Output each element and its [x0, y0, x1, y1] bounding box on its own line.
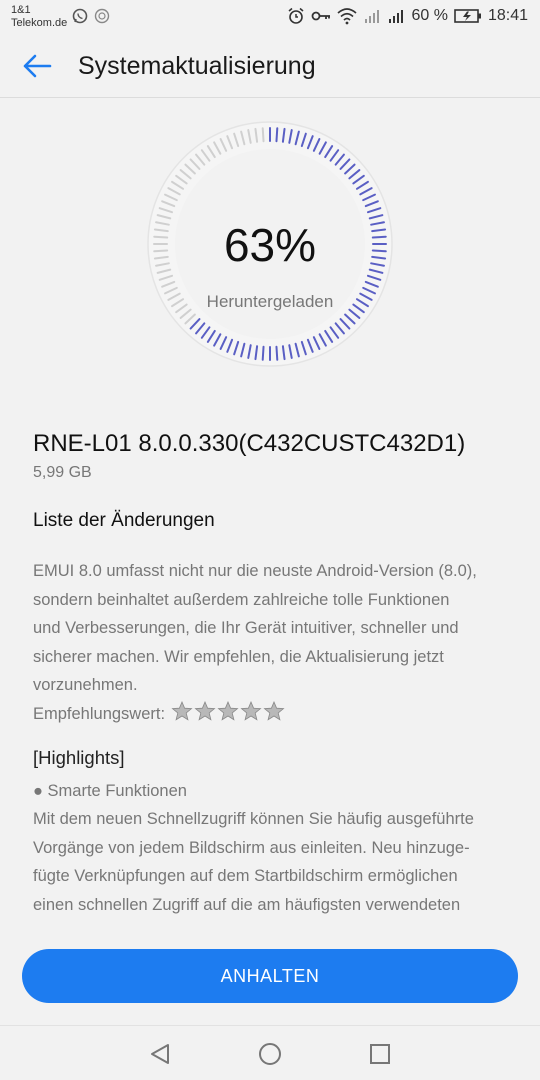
- progress-percent: 63%: [223, 219, 317, 271]
- carrier-name: 1&1 Telekom.de: [11, 4, 67, 30]
- whatsapp-icon: [72, 8, 90, 26]
- changelog-line: EMUI 8.0 umfasst nicht nur die neuste An…: [33, 562, 477, 580]
- star-icon: [171, 700, 193, 721]
- clock: 18:41: [487, 7, 528, 24]
- rating-label: Empfehlungswert:: [33, 704, 166, 723]
- star-icon: [240, 700, 262, 721]
- carrier-line-1: 1&1: [11, 4, 31, 16]
- changelog-line: und Verbesserungen, die Ihr Gerät intuit…: [33, 619, 459, 637]
- highlight-line: ● Smarte Funktionen: [33, 781, 187, 800]
- highlight-line: fügte Verknüpfungen auf dem Startbildsch…: [33, 867, 458, 885]
- nav-back-button[interactable]: [146, 1040, 174, 1068]
- download-progress-ring: 63% Heruntergeladen: [146, 120, 394, 368]
- alarm-icon: [287, 7, 305, 25]
- back-button[interactable]: [18, 48, 58, 84]
- carrier-line-2: Telekom.de: [11, 17, 68, 29]
- wifi-icon: [337, 7, 358, 25]
- star-icon: [194, 700, 216, 721]
- update-version: RNE-L01 8.0.0.330(C432CUSTC432D1): [33, 430, 466, 457]
- status-bar: 1&1 Telekom.de 60 % 18:41: [0, 0, 540, 34]
- highlight-line: Mit dem neuen Schnellzugriff können Sie …: [33, 810, 474, 828]
- star-icon: [217, 700, 239, 721]
- battery-charging-icon: [454, 7, 482, 25]
- progress-tick-done: [275, 345, 279, 361]
- progress-tick-remaining: [261, 127, 265, 143]
- home-circle-icon: [259, 1043, 281, 1065]
- recents-square-icon: [370, 1044, 390, 1064]
- changelog-line: vorzunehmen.: [33, 676, 138, 694]
- changelog-title: Liste der Änderungen: [33, 510, 215, 531]
- highlights-title: [Highlights]: [33, 747, 125, 768]
- arrow-left-icon: [23, 54, 52, 78]
- highlight-line: einen schnellen Zugriff auf die am häufi…: [33, 895, 461, 914]
- changelog-content[interactable]: EMUI 8.0 umfasst nicht nur die neuste An…: [33, 557, 513, 927]
- pause-download-button[interactable]: ANHALTEN: [22, 949, 518, 1003]
- page-title: Systemaktualisierung: [78, 52, 316, 80]
- highlight-line: Vorgänge von jedem Bildschirm aus einlei…: [33, 838, 470, 857]
- progress-tick-done: [275, 127, 279, 143]
- back-triangle-icon: [151, 1044, 169, 1064]
- rating-stars: [170, 700, 285, 731]
- signal-icon: [387, 7, 405, 25]
- rating-row: Empfehlungswert:: [33, 700, 513, 731]
- system-nav-bar: [0, 1025, 540, 1080]
- nav-recents-button[interactable]: [366, 1040, 394, 1068]
- progress-status-label: Heruntergeladen: [206, 292, 334, 311]
- changelog-line: sicherer machen. Wir empfehlen, die Aktu…: [33, 647, 444, 666]
- update-size: 5,99 GB: [33, 464, 92, 481]
- progress-tick-done: [261, 345, 265, 361]
- changelog-line: sondern beinhaltet außerdem zahlreiche t…: [33, 590, 450, 609]
- app-bar: Systemaktualisierung: [0, 34, 540, 98]
- battery-percent: 60 %: [411, 7, 448, 24]
- key-icon: [311, 7, 331, 25]
- notification-icon: [94, 8, 112, 26]
- nav-home-button[interactable]: [256, 1040, 284, 1068]
- star-icon: [263, 700, 285, 721]
- signal-icon: [363, 7, 381, 25]
